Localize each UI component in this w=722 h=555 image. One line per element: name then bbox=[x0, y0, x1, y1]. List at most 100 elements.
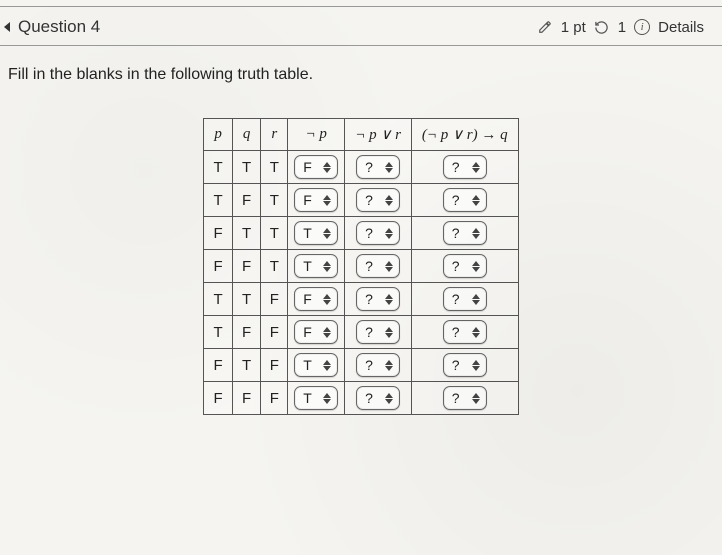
select-implies-2[interactable]: ? bbox=[443, 221, 487, 245]
cell-notp-or-r: ? bbox=[345, 250, 412, 283]
spinner-icon bbox=[385, 360, 393, 371]
select-value: F bbox=[303, 324, 312, 340]
spinner-icon bbox=[385, 228, 393, 239]
details-link[interactable]: Details bbox=[658, 19, 704, 36]
spinner-icon bbox=[323, 228, 331, 239]
select-value: ? bbox=[365, 291, 373, 307]
cell-notp: F bbox=[288, 184, 345, 217]
col-implies: (¬ p ∨ r) → q bbox=[411, 119, 518, 151]
spinner-icon bbox=[385, 327, 393, 338]
select-value: ? bbox=[452, 192, 460, 208]
spinner-icon bbox=[472, 360, 480, 371]
select-value: ? bbox=[452, 159, 460, 175]
cell-implies: ? bbox=[411, 349, 518, 382]
spinner-icon bbox=[385, 393, 393, 404]
cell-notp-or-r: ? bbox=[345, 184, 412, 217]
question-meta: 1 pt 1 i Details bbox=[537, 19, 704, 36]
select-value: ? bbox=[365, 324, 373, 340]
spinner-icon bbox=[472, 195, 480, 206]
select-notp-or-r-4[interactable]: ? bbox=[356, 287, 400, 311]
select-notp-4[interactable]: F bbox=[294, 287, 338, 311]
select-notp-or-r-0[interactable]: ? bbox=[356, 155, 400, 179]
select-notp-6[interactable]: T bbox=[294, 353, 338, 377]
edit-icon[interactable] bbox=[537, 19, 553, 35]
select-notp-5[interactable]: F bbox=[294, 320, 338, 344]
cell-notp: F bbox=[288, 283, 345, 316]
cell-r: F bbox=[261, 316, 288, 349]
spinner-icon bbox=[385, 162, 393, 173]
select-value: ? bbox=[452, 357, 460, 373]
select-implies-7[interactable]: ? bbox=[443, 386, 487, 410]
select-notp-or-r-3[interactable]: ? bbox=[356, 254, 400, 278]
cell-r: F bbox=[261, 283, 288, 316]
table-row: FFFT?? bbox=[204, 382, 518, 415]
select-implies-6[interactable]: ? bbox=[443, 353, 487, 377]
cell-p: F bbox=[204, 250, 233, 283]
select-value: ? bbox=[365, 225, 373, 241]
cell-r: F bbox=[261, 349, 288, 382]
spinner-icon bbox=[472, 228, 480, 239]
select-value: F bbox=[303, 192, 312, 208]
spinner-icon bbox=[323, 162, 331, 173]
select-notp-or-r-1[interactable]: ? bbox=[356, 188, 400, 212]
select-notp-7[interactable]: T bbox=[294, 386, 338, 410]
select-value: ? bbox=[365, 192, 373, 208]
cell-q: F bbox=[232, 184, 261, 217]
retry-count: 1 bbox=[618, 19, 626, 36]
cell-q: T bbox=[232, 349, 261, 382]
select-notp-3[interactable]: T bbox=[294, 254, 338, 278]
table-row: FTFT?? bbox=[204, 349, 518, 382]
select-notp-or-r-7[interactable]: ? bbox=[356, 386, 400, 410]
cell-notp: F bbox=[288, 316, 345, 349]
spinner-icon bbox=[385, 261, 393, 272]
select-implies-5[interactable]: ? bbox=[443, 320, 487, 344]
table-row: FTTT?? bbox=[204, 217, 518, 250]
select-value: ? bbox=[365, 159, 373, 175]
select-value: T bbox=[303, 225, 312, 241]
cell-r: T bbox=[261, 184, 288, 217]
cell-q: F bbox=[232, 250, 261, 283]
select-value: ? bbox=[452, 258, 460, 274]
spinner-icon bbox=[323, 393, 331, 404]
select-notp-2[interactable]: T bbox=[294, 221, 338, 245]
question-label: Question 4 bbox=[18, 17, 100, 37]
select-implies-1[interactable]: ? bbox=[443, 188, 487, 212]
select-notp-0[interactable]: F bbox=[294, 155, 338, 179]
spinner-icon bbox=[385, 294, 393, 305]
select-value: ? bbox=[365, 258, 373, 274]
retry-icon[interactable] bbox=[594, 19, 610, 35]
select-value: F bbox=[303, 159, 312, 175]
table-row: TFFF?? bbox=[204, 316, 518, 349]
cell-implies: ? bbox=[411, 184, 518, 217]
select-value: F bbox=[303, 291, 312, 307]
cell-p: T bbox=[204, 283, 233, 316]
info-icon[interactable]: i bbox=[634, 19, 650, 35]
question-header: Question 4 1 pt 1 i Details bbox=[0, 6, 722, 46]
select-implies-0[interactable]: ? bbox=[443, 155, 487, 179]
select-notp-or-r-2[interactable]: ? bbox=[356, 221, 400, 245]
select-value: ? bbox=[365, 390, 373, 406]
cell-implies: ? bbox=[411, 382, 518, 415]
cell-implies: ? bbox=[411, 250, 518, 283]
question-title-group[interactable]: Question 4 bbox=[4, 17, 100, 37]
select-notp-1[interactable]: F bbox=[294, 188, 338, 212]
cell-q: T bbox=[232, 217, 261, 250]
cell-notp: T bbox=[288, 250, 345, 283]
spinner-icon bbox=[323, 327, 331, 338]
select-implies-3[interactable]: ? bbox=[443, 254, 487, 278]
select-value: ? bbox=[452, 225, 460, 241]
spinner-icon bbox=[472, 327, 480, 338]
select-value: ? bbox=[365, 357, 373, 373]
spinner-icon bbox=[323, 195, 331, 206]
truth-table: p q r ¬ p ¬ p ∨ r (¬ p ∨ r) → q TTTF??TF… bbox=[203, 118, 518, 415]
cell-q: T bbox=[232, 151, 261, 184]
select-notp-or-r-5[interactable]: ? bbox=[356, 320, 400, 344]
col-r: r bbox=[261, 119, 288, 151]
select-notp-or-r-6[interactable]: ? bbox=[356, 353, 400, 377]
cell-q: F bbox=[232, 382, 261, 415]
cell-r: T bbox=[261, 151, 288, 184]
cell-notp: T bbox=[288, 382, 345, 415]
points-text: 1 pt bbox=[561, 19, 586, 36]
select-implies-4[interactable]: ? bbox=[443, 287, 487, 311]
col-notp: ¬ p bbox=[288, 119, 345, 151]
